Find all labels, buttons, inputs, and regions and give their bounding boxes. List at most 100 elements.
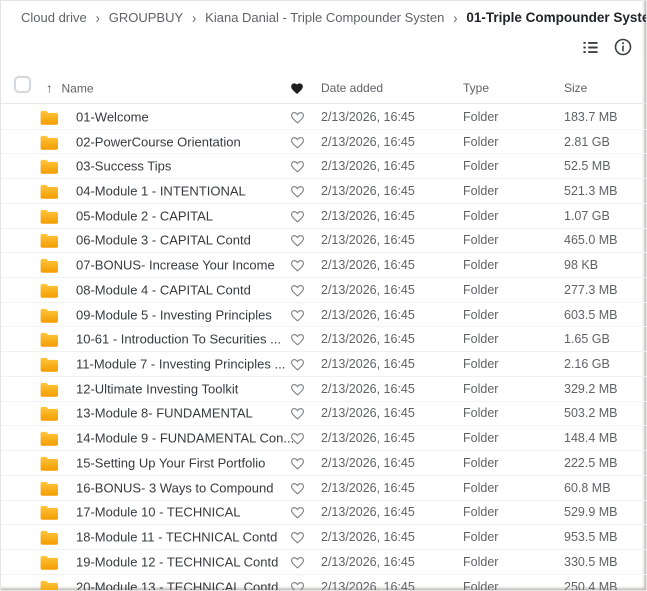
favorite-heart-icon[interactable] <box>290 332 305 346</box>
file-name: 20-Module 13 - TECHNICAL Contd <box>76 579 278 590</box>
file-manager-window: Cloud drive › GROUPBUY › Kiana Danial - … <box>0 0 647 591</box>
breadcrumb-item-groupbuy[interactable]: GROUPBUY <box>109 10 183 25</box>
file-date-added: 2/13/2026, 16:45 <box>321 258 415 272</box>
folder-icon <box>39 480 58 496</box>
breadcrumb-item-parent-folder[interactable]: Kiana Danial - Triple Compounder Systen <box>205 10 444 25</box>
favorite-heart-icon[interactable] <box>290 135 305 149</box>
file-size: 222.5 MB <box>564 456 618 470</box>
file-type: Folder <box>463 258 498 272</box>
breadcrumb-item-cloud-drive[interactable]: Cloud drive <box>21 10 87 25</box>
file-list: 01-Welcome 2/13/2026, 16:45 Folder 183.7… <box>1 105 646 590</box>
column-header-name[interactable]: ↑ Name <box>46 81 94 96</box>
column-header-type[interactable]: Type <box>463 81 489 95</box>
favorite-heart-icon[interactable] <box>290 406 305 420</box>
column-header-size[interactable]: Size <box>564 81 587 95</box>
table-row[interactable]: 04-Module 1 - INTENTIONAL 2/13/2026, 16:… <box>1 179 646 204</box>
table-row[interactable]: 06-Module 3 - CAPITAL Contd 2/13/2026, 1… <box>1 229 646 254</box>
file-type: Folder <box>463 110 498 124</box>
file-date-added: 2/13/2026, 16:45 <box>321 233 415 247</box>
file-name: 16-BONUS- 3 Ways to Compound <box>76 480 273 495</box>
favorite-heart-icon[interactable] <box>290 431 305 445</box>
table-row[interactable]: 03-Success Tips 2/13/2026, 16:45 Folder … <box>1 154 646 179</box>
table-row[interactable]: 19-Module 12 - TECHNICAL Contd 2/13/2026… <box>1 550 646 575</box>
favorite-heart-icon[interactable] <box>290 505 305 519</box>
folder-icon <box>39 232 58 248</box>
favorite-heart-icon[interactable] <box>290 308 305 322</box>
favorite-heart-icon[interactable] <box>290 481 305 495</box>
table-row[interactable]: 02-PowerCourse Orientation 2/13/2026, 16… <box>1 130 646 155</box>
file-type: Folder <box>463 357 498 371</box>
table-row[interactable]: 09-Module 5 - Investing Principles 2/13/… <box>1 303 646 328</box>
table-header: ↑ Name Date added Type Size <box>1 73 646 104</box>
table-row[interactable]: 08-Module 4 - CAPITAL Contd 2/13/2026, 1… <box>1 278 646 303</box>
column-header-date-added[interactable]: Date added <box>321 81 383 95</box>
table-row[interactable]: 10-61 - Introduction To Securities ... 2… <box>1 327 646 352</box>
folder-icon <box>39 356 58 372</box>
file-name: 04-Module 1 - INTENTIONAL <box>76 184 246 199</box>
file-name: 18-Module 11 - TECHNICAL Contd <box>76 530 277 545</box>
favorite-heart-icon[interactable] <box>290 159 305 173</box>
file-name: 12-Ultimate Investing Toolkit <box>76 381 238 396</box>
file-date-added: 2/13/2026, 16:45 <box>321 555 415 569</box>
favorite-heart-icon[interactable] <box>290 382 305 396</box>
file-name: 17-Module 10 - TECHNICAL <box>76 505 241 520</box>
file-type: Folder <box>463 283 498 297</box>
table-row[interactable]: 16-BONUS- 3 Ways to Compound 2/13/2026, … <box>1 476 646 501</box>
favorite-heart-icon[interactable] <box>290 184 305 198</box>
file-name: 02-PowerCourse Orientation <box>76 134 241 149</box>
favorite-heart-icon[interactable] <box>290 357 305 371</box>
file-size: 183.7 MB <box>564 110 618 124</box>
folder-icon <box>39 208 58 224</box>
folder-icon <box>39 183 58 199</box>
file-size: 603.5 MB <box>564 308 618 322</box>
file-date-added: 2/13/2026, 16:45 <box>321 505 415 519</box>
file-type: Folder <box>463 159 498 173</box>
table-row[interactable]: 05-Module 2 - CAPITAL 2/13/2026, 16:45 F… <box>1 204 646 229</box>
folder-icon <box>39 307 58 323</box>
favorite-heart-icon[interactable] <box>290 233 305 247</box>
file-date-added: 2/13/2026, 16:45 <box>321 159 415 173</box>
favorite-heart-icon[interactable] <box>290 530 305 544</box>
file-type: Folder <box>463 308 498 322</box>
table-row[interactable]: 18-Module 11 - TECHNICAL Contd 2/13/2026… <box>1 525 646 550</box>
file-name: 03-Success Tips <box>76 159 171 174</box>
file-type: Folder <box>463 184 498 198</box>
folder-icon <box>39 109 58 125</box>
file-name: 19-Module 12 - TECHNICAL Contd <box>76 554 278 569</box>
file-size: 277.3 MB <box>564 283 618 297</box>
table-row[interactable]: 17-Module 10 - TECHNICAL 2/13/2026, 16:4… <box>1 501 646 526</box>
folder-icon <box>39 257 58 273</box>
folder-icon <box>39 282 58 298</box>
breadcrumb-current-folder[interactable]: 01-Triple Compounder System <box>466 10 647 25</box>
file-size: 330.5 MB <box>564 555 618 569</box>
file-name: 08-Module 4 - CAPITAL Contd <box>76 282 251 297</box>
select-all-checkbox[interactable] <box>14 76 31 93</box>
table-row[interactable]: 01-Welcome 2/13/2026, 16:45 Folder 183.7… <box>1 105 646 130</box>
favorite-heart-icon[interactable] <box>290 258 305 272</box>
favorite-heart-icon[interactable] <box>290 110 305 124</box>
list-view-icon[interactable] <box>581 38 600 57</box>
favorite-heart-icon[interactable] <box>290 456 305 470</box>
file-date-added: 2/13/2026, 16:45 <box>321 382 415 396</box>
table-row[interactable]: 11-Module 7 - Investing Principles ... 2… <box>1 352 646 377</box>
folder-icon <box>39 134 58 150</box>
table-row[interactable]: 13-Module 8- FUNDAMENTAL 2/13/2026, 16:4… <box>1 402 646 427</box>
file-date-added: 2/13/2026, 16:45 <box>321 209 415 223</box>
info-icon[interactable] <box>613 37 633 57</box>
favorite-heart-icon[interactable] <box>290 209 305 223</box>
file-type: Folder <box>463 530 498 544</box>
table-row[interactable]: 20-Module 13 - TECHNICAL Contd 2/13/2026… <box>1 575 646 590</box>
file-type: Folder <box>463 431 498 445</box>
folder-icon <box>39 381 58 397</box>
table-row[interactable]: 12-Ultimate Investing Toolkit 2/13/2026,… <box>1 377 646 402</box>
favorite-heart-icon[interactable] <box>290 580 305 590</box>
column-header-favorite heart-icon[interactable] <box>290 82 304 95</box>
table-row[interactable]: 14-Module 9 - FUNDAMENTAL Con... 2/13/20… <box>1 426 646 451</box>
favorite-heart-icon[interactable] <box>290 555 305 569</box>
table-row[interactable]: 15-Setting Up Your First Portfolio 2/13/… <box>1 451 646 476</box>
favorite-heart-icon[interactable] <box>290 283 305 297</box>
file-size: 250.4 MB <box>564 580 618 590</box>
table-row[interactable]: 07-BONUS- Increase Your Income 2/13/2026… <box>1 253 646 278</box>
file-name: 11-Module 7 - Investing Principles ... <box>76 357 285 372</box>
view-toolbar <box>581 37 633 57</box>
